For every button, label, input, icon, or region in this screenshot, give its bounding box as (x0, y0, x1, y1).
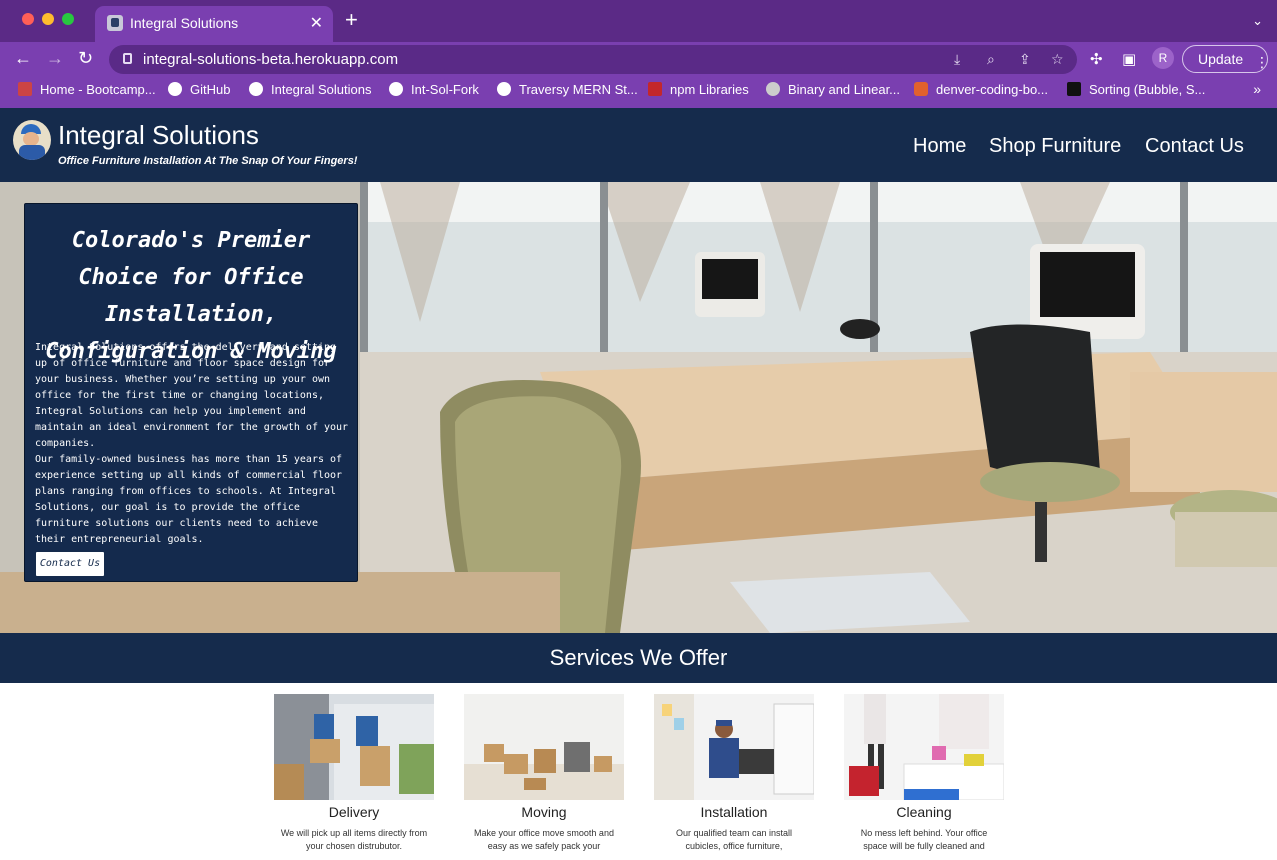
npm-icon (648, 82, 662, 96)
service-title: Delivery (328, 804, 380, 820)
install-app-icon[interactable]: ⤓ (954, 51, 960, 68)
github-icon (389, 82, 403, 96)
bookmark-item[interactable]: Int-Sol-Fork (389, 82, 479, 97)
bookmark-item[interactable]: denver-coding-bo... (914, 82, 1048, 97)
hero-section: Colorado's Premier Choice for Office Ins… (0, 182, 1277, 633)
browser-menu-icon[interactable] (1255, 49, 1269, 75)
update-button[interactable]: Update (1182, 45, 1269, 75)
bookmarks-bar: Home - Bootcamp... GitHub Integral Solut… (0, 76, 1277, 108)
tab-title: Integral Solutions (130, 15, 239, 31)
bookmark-item[interactable]: GitHub (168, 82, 230, 97)
lock-icon (123, 53, 132, 64)
moving-photo (464, 694, 624, 800)
visualgo-icon (1067, 82, 1081, 96)
address-bar[interactable]: integral-solutions-beta.herokuapp.com ⤓ … (109, 45, 1077, 74)
company-logo[interactable] (13, 120, 51, 160)
bookmark-item[interactable]: Binary and Linear... (766, 82, 900, 97)
more-bookmarks-icon[interactable]: » (1253, 81, 1261, 97)
github-icon (249, 82, 263, 96)
reload-icon[interactable]: ↻ (78, 48, 93, 68)
hero-contact-us-button[interactable]: Contact Us (35, 551, 105, 577)
github-icon (497, 82, 511, 96)
service-description: No mess left behind. Your office space w… (860, 828, 988, 851)
site-header: Integral Solutions Office Furniture Inst… (0, 108, 1277, 182)
bookmark-item[interactable]: npm Libraries (648, 82, 749, 97)
service-description: We will pick up all items directly from … (280, 828, 428, 851)
share-icon[interactable]: ⇪ (1019, 51, 1031, 68)
service-card-cleaning[interactable]: Cleaning No mess left behind. Your offic… (844, 694, 1004, 853)
browser-toolbar: ← → ↻ integral-solutions-beta.herokuapp.… (0, 42, 1277, 76)
bookmark-item[interactable]: Home - Bootcamp... (18, 82, 156, 97)
brand-title[interactable]: Integral Solutions (58, 120, 259, 151)
service-card-installation[interactable]: Installation Our qualified team can inst… (654, 694, 814, 853)
extensions-puzzle-icon[interactable]: ✣ (1090, 50, 1103, 68)
side-panel-icon[interactable]: ▣ (1122, 50, 1136, 68)
bookmark-star-icon[interactable]: ☆ (1051, 51, 1064, 68)
nav-contact-us-link[interactable]: Contact Us (1145, 135, 1244, 158)
bootcamp-icon (18, 82, 32, 96)
service-title: Installation (700, 804, 768, 820)
back-arrow-icon[interactable]: ← (14, 48, 32, 68)
update-label: Update (1198, 51, 1244, 67)
services-banner: Services We Offer (0, 633, 1277, 683)
service-description: Make your office move smooth and easy as… (474, 828, 614, 851)
service-title: Moving (521, 804, 567, 820)
brand-tagline: Office Furniture Installation At The Sna… (58, 155, 358, 167)
minimize-window-button[interactable] (42, 13, 54, 25)
site-favicon-icon (107, 15, 123, 31)
bookmark-item[interactable]: Integral Solutions (249, 82, 371, 97)
maximize-window-button[interactable] (62, 13, 74, 25)
zoom-icon[interactable]: ⌕ (987, 51, 995, 68)
profile-avatar[interactable]: R (1152, 47, 1174, 69)
close-tab-icon[interactable]: ✕ (310, 13, 323, 33)
hero-paragraph: Our family-owned business has more than … (35, 454, 343, 545)
new-tab-icon[interactable]: + (345, 9, 358, 31)
globe-icon (766, 82, 780, 96)
github-icon (168, 82, 182, 96)
hero-paragraph: Integral Solutions offers the delivery a… (35, 342, 349, 449)
services-heading: Services We Offer (549, 645, 728, 670)
close-window-button[interactable] (22, 13, 34, 25)
cleaning-photo (844, 694, 1004, 800)
url-text[interactable]: integral-solutions-beta.herokuapp.com (143, 51, 398, 68)
nav-shop-furniture-link[interactable]: Shop Furniture (989, 135, 1121, 158)
forward-arrow-icon[interactable]: → (46, 48, 64, 68)
service-card-moving[interactable]: Moving Make your office move smooth and … (464, 694, 624, 853)
installation-photo (654, 694, 814, 800)
tab-search-chevron-icon[interactable]: ⌄ (1252, 13, 1263, 29)
nav-home-link[interactable]: Home (913, 135, 966, 158)
service-card-delivery[interactable]: Delivery We will pick up all items direc… (274, 694, 434, 853)
delivery-photo (274, 694, 434, 800)
bookmark-item[interactable]: Sorting (Bubble, S... (1067, 82, 1205, 97)
service-description: Our qualified team can install cubicles,… (675, 828, 793, 851)
gitlab-icon (914, 82, 928, 96)
service-title: Cleaning (896, 804, 952, 820)
browser-tab-bar: Integral Solutions ✕ + ⌄ (0, 0, 1277, 42)
browser-tab[interactable]: Integral Solutions ✕ (95, 6, 333, 42)
hero-info-card: Colorado's Premier Choice for Office Ins… (24, 203, 358, 582)
bookmark-item[interactable]: Traversy MERN St... (497, 82, 638, 97)
